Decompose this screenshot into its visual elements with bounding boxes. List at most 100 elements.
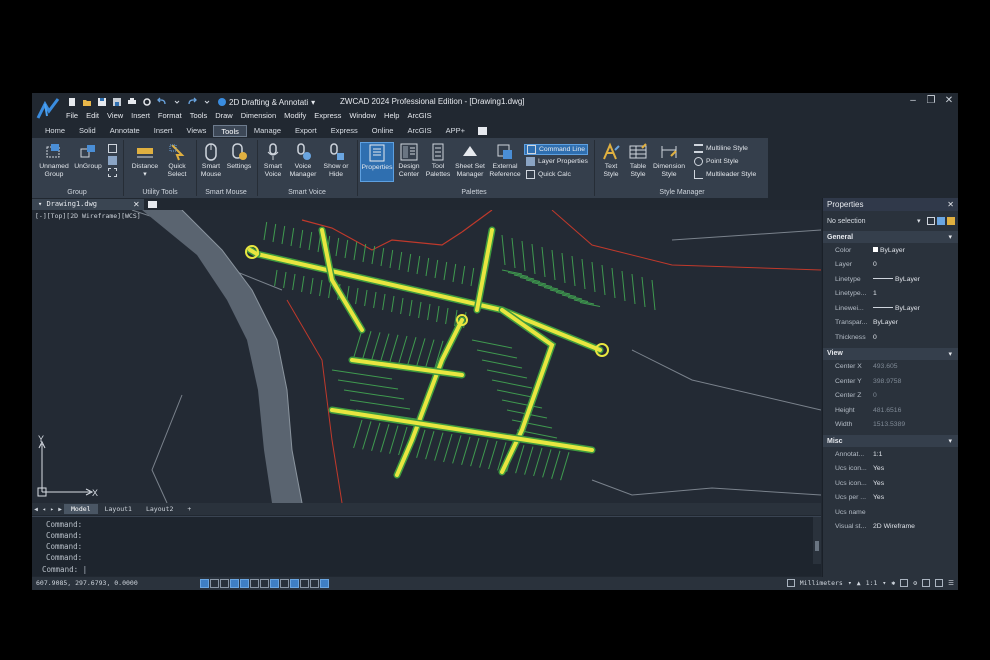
property-row[interactable]: Linewei... ByLayer xyxy=(823,301,958,316)
property-row[interactable]: Ucs icon... Yes xyxy=(823,462,958,477)
property-row[interactable]: Visual st... 2D Wireframe xyxy=(823,520,958,535)
table-style-button[interactable]: Table Style xyxy=(625,142,651,178)
selection-cycling-toggle[interactable] xyxy=(310,579,319,588)
close-icon[interactable]: ✕ xyxy=(944,95,954,106)
tab-app-plus[interactable]: APP+ xyxy=(439,125,472,137)
isolate-objects-icon[interactable] xyxy=(922,579,931,587)
tab-views[interactable]: Views xyxy=(180,125,214,137)
tab-manage[interactable]: Manage xyxy=(247,125,288,137)
menu-draw[interactable]: Draw xyxy=(215,111,233,120)
tab-export[interactable]: Export xyxy=(288,125,324,137)
tab-insert[interactable]: Insert xyxy=(147,125,180,137)
dyn-toggle[interactable] xyxy=(270,579,279,588)
annotation-scale-icon[interactable]: ▲ xyxy=(857,579,861,587)
group-edit-icon[interactable] xyxy=(108,144,117,153)
grid-toggle[interactable] xyxy=(200,579,209,588)
command-scrollbar[interactable] xyxy=(813,517,821,564)
tab-express[interactable]: Express xyxy=(324,125,365,137)
quick-calc-button[interactable]: Quick Calc xyxy=(526,170,571,179)
menu-file[interactable]: File xyxy=(66,111,78,120)
tab-layout2[interactable]: Layout2 xyxy=(139,504,180,514)
save-as-icon[interactable] xyxy=(111,97,123,108)
unnamed-group-button[interactable]: Unnamed Group xyxy=(36,142,72,178)
annotation-scale[interactable]: 1:1 xyxy=(866,579,878,587)
text-style-button[interactable]: Text Style xyxy=(598,142,624,178)
settings-icon[interactable]: ⚙ xyxy=(913,579,917,587)
osnap-toggle[interactable] xyxy=(240,579,249,588)
close-icon[interactable]: ✕ xyxy=(947,200,954,209)
undo-icon[interactable] xyxy=(156,97,168,108)
misc-section-header[interactable]: Misc ▾ xyxy=(823,435,958,447)
command-input[interactable]: Command: | xyxy=(42,565,87,574)
drawing-canvas[interactable]: [-][Top][2D Wireframe][WCS] Y X xyxy=(32,210,821,503)
menu-arcgis[interactable]: ArcGIS xyxy=(407,111,431,120)
property-row[interactable]: Thickness 0 xyxy=(823,330,958,345)
group-select-icon[interactable] xyxy=(108,156,117,165)
tab-model[interactable]: Model xyxy=(64,504,98,514)
quick-select-button[interactable]: Quick Select xyxy=(162,142,192,178)
property-row[interactable]: Transpar... ByLayer xyxy=(823,316,958,331)
property-row[interactable]: Annotat... 1:1 xyxy=(823,447,958,462)
tab-online[interactable]: Online xyxy=(365,125,401,137)
snap-toggle[interactable] xyxy=(210,579,219,588)
property-row[interactable]: Ucs icon... Yes xyxy=(823,476,958,491)
workspace-selector[interactable]: 2D Drafting & Annotati ▾ xyxy=(218,98,315,107)
menu-dimension[interactable]: Dimension xyxy=(241,111,276,120)
command-line-button[interactable]: Command Line xyxy=(524,144,589,155)
toggle-pickadd-icon[interactable] xyxy=(927,217,935,225)
ducs-toggle[interactable] xyxy=(260,579,269,588)
minimize-icon[interactable]: – xyxy=(908,95,918,106)
tool-palettes-button[interactable]: Tool Palettes xyxy=(424,142,452,178)
voice-manager-button[interactable]: Voice Manager xyxy=(287,142,319,178)
ribbon-minimize-icon[interactable] xyxy=(478,126,488,135)
otrack-toggle[interactable] xyxy=(250,579,259,588)
annotation-visibility-icon[interactable]: ✱ xyxy=(891,579,895,587)
last-layout-icon[interactable]: ▶ xyxy=(56,506,64,513)
menu-format[interactable]: Format xyxy=(158,111,182,120)
first-layout-icon[interactable]: ◀ xyxy=(32,506,40,513)
quick-props-toggle[interactable] xyxy=(300,579,309,588)
polar-toggle[interactable] xyxy=(230,579,239,588)
multiline-style-button[interactable]: Multiline Style xyxy=(694,144,748,153)
units-selector[interactable]: Millimeters xyxy=(800,579,843,587)
ortho-toggle[interactable] xyxy=(220,579,229,588)
menu-edit[interactable]: Edit xyxy=(86,111,99,120)
menu-modify[interactable]: Modify xyxy=(284,111,306,120)
tab-layout1[interactable]: Layout1 xyxy=(98,504,139,514)
save-icon[interactable] xyxy=(96,97,108,108)
select-objects-icon[interactable] xyxy=(937,217,945,225)
design-center-button[interactable]: Design Center xyxy=(395,142,423,178)
add-layout-button[interactable]: + xyxy=(180,504,198,514)
menu-window[interactable]: Window xyxy=(349,111,376,120)
dimension-style-button[interactable]: Dimension Style xyxy=(652,142,686,178)
menu-insert[interactable]: Insert xyxy=(131,111,150,120)
tab-home[interactable]: Home xyxy=(38,125,72,137)
close-icon[interactable]: ✕ xyxy=(133,199,140,210)
scrollbar-thumb[interactable] xyxy=(815,541,819,551)
menu-view[interactable]: View xyxy=(107,111,123,120)
fullscreen-icon[interactable] xyxy=(935,579,944,587)
menu-help[interactable]: Help xyxy=(384,111,399,120)
next-layout-icon[interactable]: ▸ xyxy=(48,506,56,513)
show-hide-voice-button[interactable]: Show or Hide xyxy=(320,142,352,178)
sheet-set-manager-button[interactable]: Sheet Set Manager xyxy=(453,142,487,178)
open-folder-icon[interactable] xyxy=(81,97,93,108)
property-row[interactable]: Center X 493.605 xyxy=(823,360,958,375)
property-row[interactable]: Center Z 0 xyxy=(823,389,958,404)
menu-express[interactable]: Express xyxy=(314,111,341,120)
tab-annotate[interactable]: Annotate xyxy=(103,125,147,137)
general-section-header[interactable]: General ▾ xyxy=(823,231,958,243)
mouse-settings-button[interactable]: Settings xyxy=(225,142,253,171)
group-bounds-icon[interactable] xyxy=(108,168,117,177)
print-icon[interactable] xyxy=(126,97,138,108)
point-style-button[interactable]: Point Style xyxy=(694,157,739,166)
property-row[interactable]: Height 481.6516 xyxy=(823,403,958,418)
layer-properties-button[interactable]: Layer Properties xyxy=(526,157,588,166)
quick-select-icon[interactable] xyxy=(947,217,955,225)
multileader-style-button[interactable]: Multileader Style xyxy=(694,170,756,179)
tab-tools[interactable]: Tools xyxy=(213,124,247,137)
transparency-toggle[interactable] xyxy=(290,579,299,588)
property-row[interactable]: Color ByLayer xyxy=(823,243,958,258)
menu-tools[interactable]: Tools xyxy=(190,111,208,120)
customize-icon[interactable]: ☰ xyxy=(948,579,954,587)
